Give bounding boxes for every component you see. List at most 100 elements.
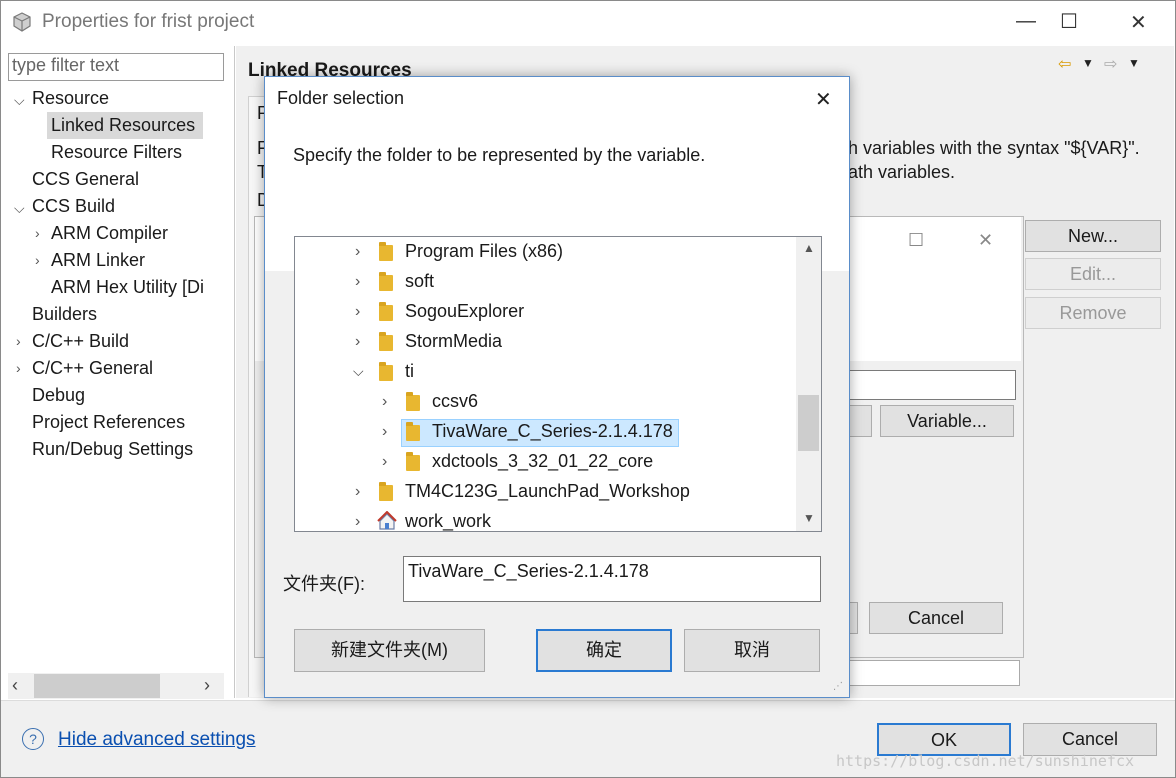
chevron-right-icon[interactable]: › [35, 225, 40, 241]
hide-advanced-settings-link[interactable]: Hide advanced settings [58, 729, 256, 751]
tree-row-label: xdctools_3_32_01_22_core [432, 451, 654, 471]
variables-table-edge [848, 660, 1020, 686]
folder-icon [406, 422, 420, 441]
sidebar-hscroll-thumb[interactable] [34, 674, 160, 698]
bg-maximize-icon[interactable]: ☐ [908, 230, 924, 251]
folder-name-value: TivaWare_C_Series-2.1.4.178 [408, 561, 649, 581]
folder-name-input[interactable]: TivaWare_C_Series-2.1.4.178 [403, 556, 821, 602]
back-menu-icon[interactable]: ▼ [1082, 56, 1094, 70]
folder-selection-dialog: Folder selection ✕ Specify the folder to… [264, 76, 850, 698]
sidebar-item-linked-resources[interactable]: Linked Resources [51, 115, 195, 136]
folder-icon [379, 302, 393, 321]
tree-row-stormmedia[interactable]: › StormMedia [355, 331, 785, 355]
sidebar-item-ccs-build[interactable]: CCS Build [32, 196, 115, 217]
chevron-right-icon[interactable]: › [355, 303, 360, 321]
chevron-down-icon[interactable]: ⌵ [353, 363, 364, 380]
sidebar-item-ccs-general[interactable]: CCS General [32, 169, 139, 190]
chevron-right-icon[interactable]: › [382, 423, 387, 441]
tree-row-label: TM4C123G_LaunchPad_Workshop [405, 481, 690, 501]
app-icon [13, 12, 31, 32]
tree-row-label: ccsv6 [432, 391, 479, 411]
tree-row-label: work_work [405, 511, 492, 531]
back-arrow-icon[interactable]: ⇦ [1058, 54, 1071, 74]
sidebar-item-project-references[interactable]: Project References [32, 412, 185, 433]
description-line-1: h variables with the syntax "${VAR}". [848, 138, 1140, 158]
chevron-right-icon[interactable]: › [355, 333, 360, 351]
dialog-ok-button[interactable]: 确定 [536, 629, 672, 672]
folder-icon [379, 332, 393, 351]
tree-vscroll-thumb[interactable] [798, 395, 819, 451]
folder-icon [406, 452, 420, 471]
chevron-right-icon[interactable]: › [16, 333, 21, 349]
tree-row-work-work[interactable]: › work_work [355, 511, 785, 531]
folder-tree[interactable]: › Program Files (x86) › soft › SogouExpl… [294, 236, 822, 532]
tree-row-label: SogouExplorer [405, 301, 525, 321]
tree-row-label: ti [405, 361, 414, 381]
sidebar-item-builders[interactable]: Builders [32, 304, 97, 325]
sash[interactable] [234, 46, 235, 698]
chevron-right-icon[interactable]: › [16, 360, 21, 376]
view-menu-icon[interactable]: ▼ [1128, 56, 1140, 70]
dialog-cancel-button[interactable]: 取消 [684, 629, 820, 672]
chevron-right-icon[interactable]: › [382, 453, 387, 471]
folder-icon [379, 482, 393, 501]
tree-row-ti[interactable]: ⌵ ti [353, 361, 785, 385]
bg-close-icon[interactable]: ✕ [978, 230, 993, 251]
location-field[interactable] [848, 370, 1016, 400]
sidebar-item-run-debug-settings[interactable]: Run/Debug Settings [32, 439, 193, 460]
tree-row-label: StormMedia [405, 331, 503, 351]
description-line-2: ath variables. [848, 162, 956, 182]
maximize-button[interactable]: ☐ [1060, 9, 1078, 34]
scroll-up-icon[interactable]: ▲ [803, 241, 815, 255]
watermark: https://blog.csdn.net/sunshinefcx [836, 752, 1135, 770]
new-button[interactable]: New... [1025, 220, 1161, 252]
folder-icon [406, 392, 420, 411]
window-title: Properties for frist project [42, 11, 255, 32]
chevron-right-icon[interactable]: › [355, 513, 360, 531]
tree-row-sogouexplorer[interactable]: › SogouExplorer [355, 301, 785, 325]
sidebar-item-cc-general[interactable]: C/C++ General [32, 358, 153, 379]
resize-grip-icon[interactable]: ⋰ [833, 681, 843, 692]
sidebar-item-resource-filters[interactable]: Resource Filters [51, 142, 182, 163]
tree-row-soft[interactable]: › soft [355, 271, 785, 295]
close-button[interactable]: ✕ [1130, 10, 1147, 35]
folder-icon [379, 242, 393, 261]
scroll-left-icon[interactable]: ‹ [12, 675, 18, 696]
minimize-button[interactable]: — [1016, 10, 1036, 33]
tree-row-label: TivaWare_C_Series-2.1.4.178 [432, 421, 673, 441]
new-folder-button[interactable]: 新建文件夹(M) [294, 629, 485, 672]
tree-row-tm4c123g[interactable]: › TM4C123G_LaunchPad_Workshop [355, 481, 785, 505]
sidebar-item-resource[interactable]: Resource [32, 88, 109, 109]
browse-button[interactable] [848, 405, 872, 437]
tree-row-program-files-x86[interactable]: › Program Files (x86) [355, 241, 785, 265]
sidebar-item-arm-hex-utility[interactable]: ARM Hex Utility [Di [51, 277, 225, 298]
sidebar-item-arm-linker[interactable]: ARM Linker [51, 250, 145, 271]
tree-row-tivaware[interactable]: › TivaWare_C_Series-2.1.4.178 [382, 419, 782, 447]
inner-cancel-button[interactable]: Cancel [869, 602, 1003, 634]
tree-row-xdctools[interactable]: › xdctools_3_32_01_22_core [382, 451, 782, 475]
dialog-close-icon[interactable]: ✕ [815, 87, 832, 112]
folder-field-label: 文件夹(F): [283, 574, 365, 594]
chevron-down-icon[interactable]: ⌵ [14, 200, 25, 217]
tree-row-ccsv6[interactable]: › ccsv6 [382, 391, 782, 415]
folder-icon [379, 362, 393, 381]
chevron-right-icon[interactable]: › [382, 393, 387, 411]
tree-row-label: Program Files (x86) [405, 241, 564, 261]
scroll-down-icon[interactable]: ▼ [803, 511, 815, 525]
scroll-right-icon[interactable]: › [204, 675, 210, 696]
help-icon[interactable]: ? [22, 728, 44, 750]
dialog-title: Folder selection [277, 88, 405, 108]
sidebar-item-cc-build[interactable]: C/C++ Build [32, 331, 129, 352]
chevron-right-icon[interactable]: › [355, 243, 360, 261]
edit-button[interactable]: Edit... [1025, 258, 1161, 290]
chevron-right-icon[interactable]: › [355, 273, 360, 291]
chevron-down-icon[interactable]: ⌵ [14, 92, 25, 109]
sidebar-item-debug[interactable]: Debug [32, 385, 85, 406]
chevron-right-icon[interactable]: › [35, 252, 40, 268]
forward-arrow-icon[interactable]: ⇨ [1104, 54, 1117, 74]
remove-button[interactable]: Remove [1025, 297, 1161, 329]
tree-vscrollbar[interactable]: ▲ ▼ [796, 237, 821, 531]
variable-button[interactable]: Variable... [880, 405, 1014, 437]
sidebar-item-arm-compiler[interactable]: ARM Compiler [51, 223, 168, 244]
chevron-right-icon[interactable]: › [355, 483, 360, 501]
